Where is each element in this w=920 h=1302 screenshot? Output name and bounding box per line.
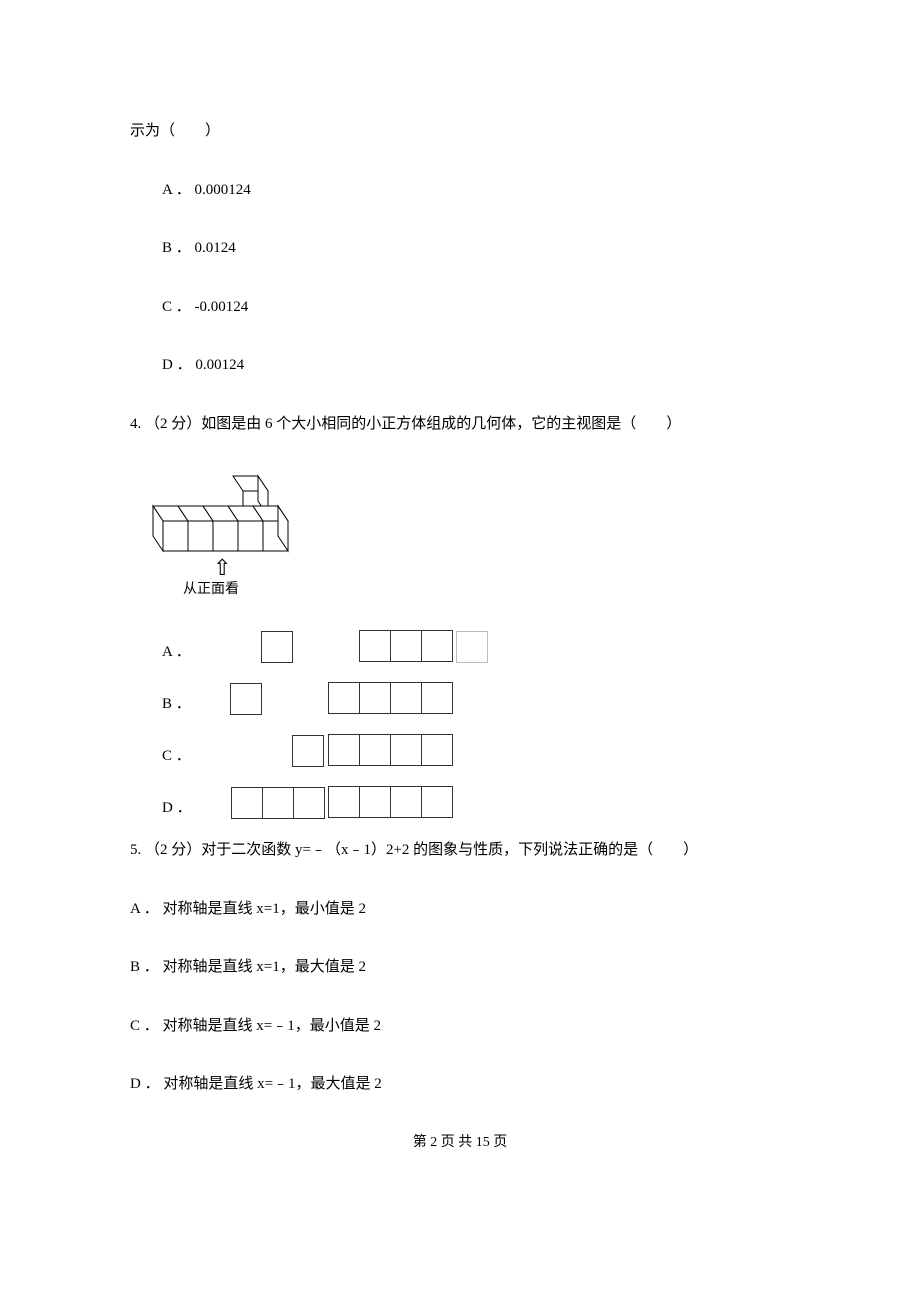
q3-option-b: B ． 0.0124 xyxy=(130,237,790,260)
q5-option-a: A ． 对称轴是直线 x=1，最小值是 2 xyxy=(130,898,790,921)
page-container: 示为（ ） A ． 0.000124 B ． 0.0124 C ． -0.001… xyxy=(0,0,920,1193)
q5-stem: 5. （2 分）对于二次函数 y=﹣（x﹣1）2+2 的图象与性质，下列说法正确… xyxy=(130,839,790,862)
q3-option-c: C ． -0.00124 xyxy=(130,296,790,319)
q3-option-d: D ． 0.00124 xyxy=(130,354,790,377)
q4-option-c: C ． xyxy=(130,735,790,767)
q4-option-d: D ． xyxy=(130,787,790,819)
q4-figure: ⇧ 从正面看 xyxy=(130,471,790,601)
q5-option-b: B ． 对称轴是直线 x=1，最大值是 2 xyxy=(130,956,790,979)
page-footer: 第 2 页 共 15 页 xyxy=(130,1132,790,1153)
up-arrow-icon: ⇧ xyxy=(213,557,231,579)
q4-option-c-shape xyxy=(199,735,453,767)
q4-option-a-label: A ． xyxy=(162,641,191,664)
q3-option-a: A ． 0.000124 xyxy=(130,179,790,202)
q4-option-b: B ． xyxy=(130,683,790,715)
q4-option-b-label: B ． xyxy=(162,693,191,716)
figure-caption: 从正面看 xyxy=(183,579,239,600)
q4-stem: 4. （2 分）如图是由 6 个大小相同的小正方体组成的几何体，它的主视图是（ … xyxy=(130,413,790,436)
q4-option-b-shape xyxy=(199,683,453,715)
q4-option-a-shape xyxy=(199,631,583,663)
q4-option-c-label: C ． xyxy=(162,745,191,768)
isometric-cube-figure: ⇧ 从正面看 xyxy=(138,471,298,601)
q4-option-d-shape xyxy=(200,787,454,819)
q3-stem-fragment: 示为（ ） xyxy=(130,120,790,143)
q4-option-d-label: D ． xyxy=(162,797,192,820)
q5-option-d: D ． 对称轴是直线 x=﹣1，最大值是 2 xyxy=(130,1073,790,1096)
q5-option-c: C ． 对称轴是直线 x=﹣1，最小值是 2 xyxy=(130,1015,790,1038)
q4-option-a: A ． xyxy=(130,631,790,663)
